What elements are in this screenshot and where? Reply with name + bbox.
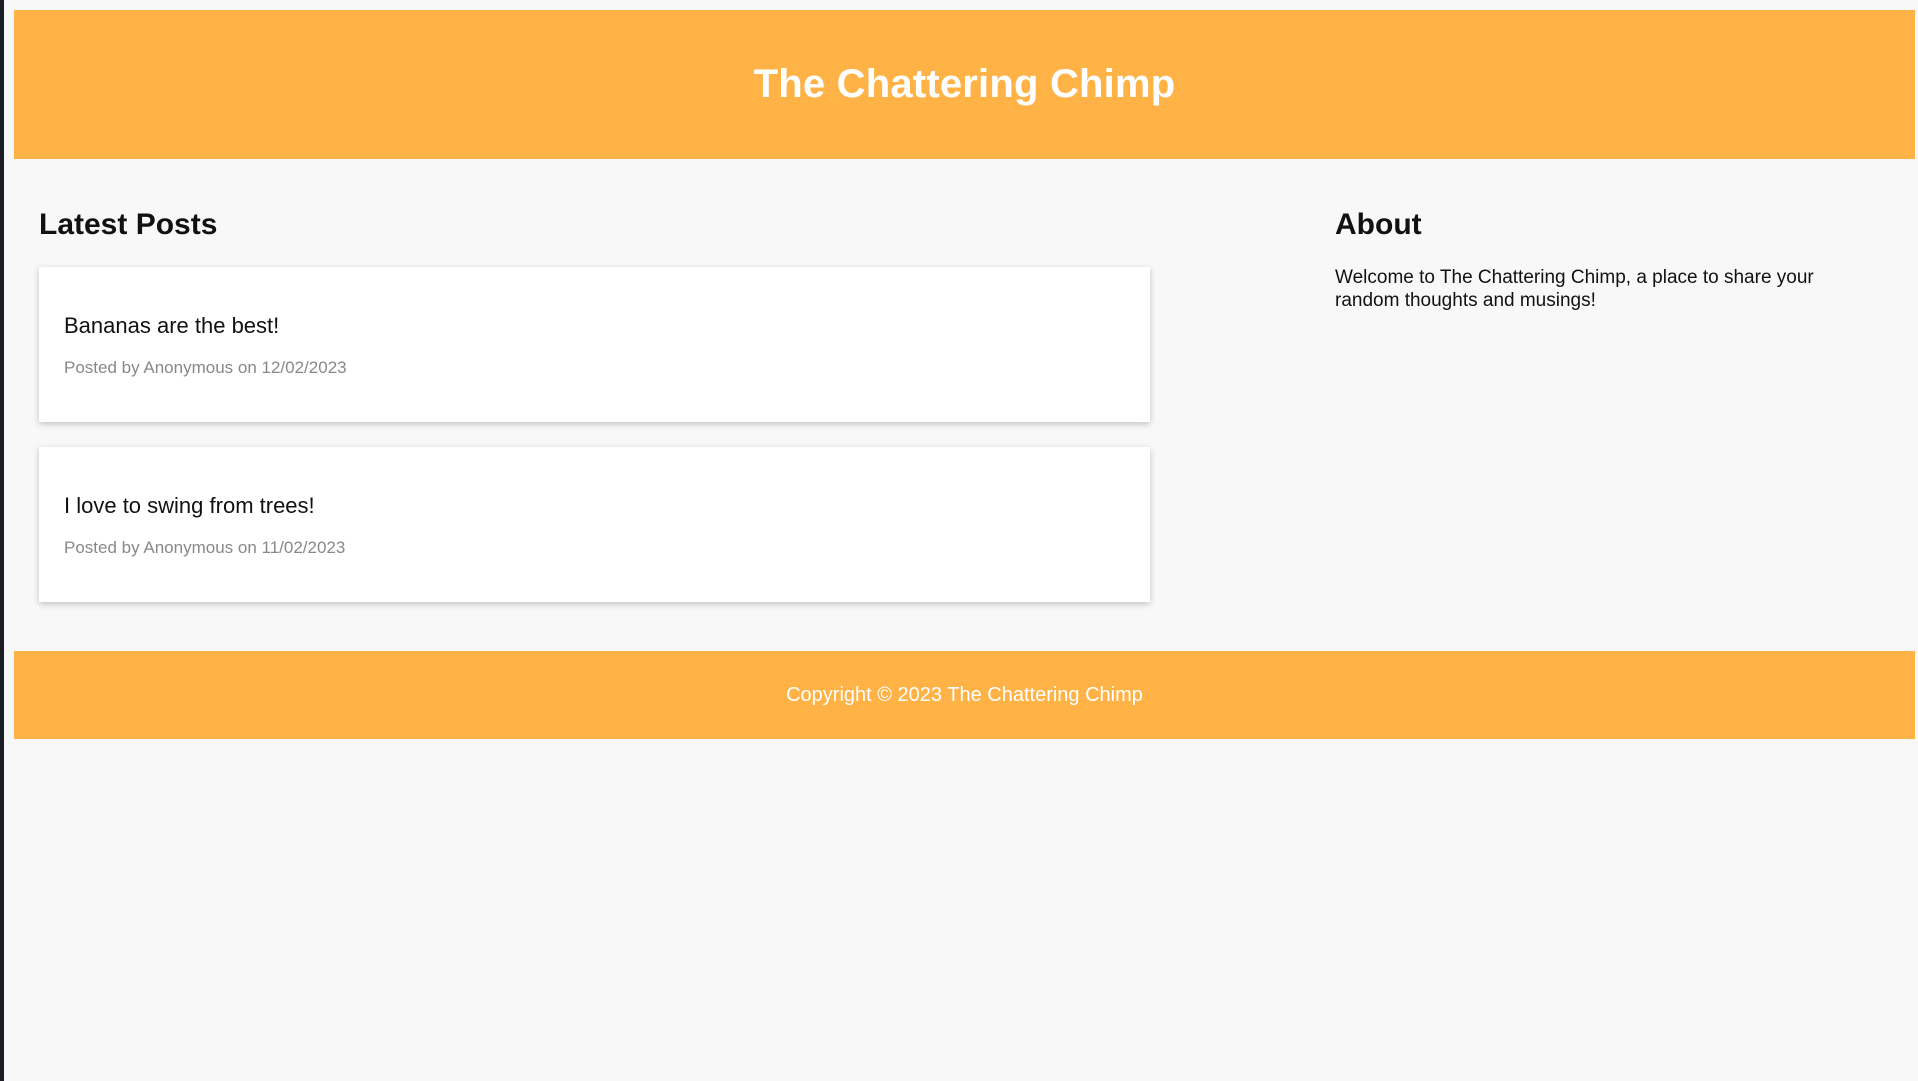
window-left-edge [0,0,4,1081]
site-header: The Chattering Chimp [14,10,1915,159]
post-meta: Posted by Anonymous on 11/02/2023 [64,538,346,557]
page: The Chattering Chimp Latest Posts Banana… [14,10,1915,739]
about-heading: About [1335,208,1422,241]
post-title[interactable]: I love to swing from trees! [64,493,315,519]
latest-posts-heading: Latest Posts [39,208,218,241]
post-card[interactable]: I love to swing from trees! Posted by An… [39,447,1150,602]
main-content: Latest Posts Bananas are the best! Poste… [14,159,1915,651]
window-top-edge [0,0,1918,10]
about-text: Welcome to The Chattering Chimp, a place… [1335,267,1814,311]
copyright-text: Copyright © 2023 The Chattering Chimp [786,683,1143,706]
site-title: The Chattering Chimp [753,62,1176,106]
site-footer: Copyright © 2023 The Chattering Chimp [14,651,1915,739]
post-meta: Posted by Anonymous on 12/02/2023 [64,358,347,377]
post-card[interactable]: Bananas are the best! Posted by Anonymou… [39,267,1150,422]
post-title[interactable]: Bananas are the best! [64,313,279,339]
